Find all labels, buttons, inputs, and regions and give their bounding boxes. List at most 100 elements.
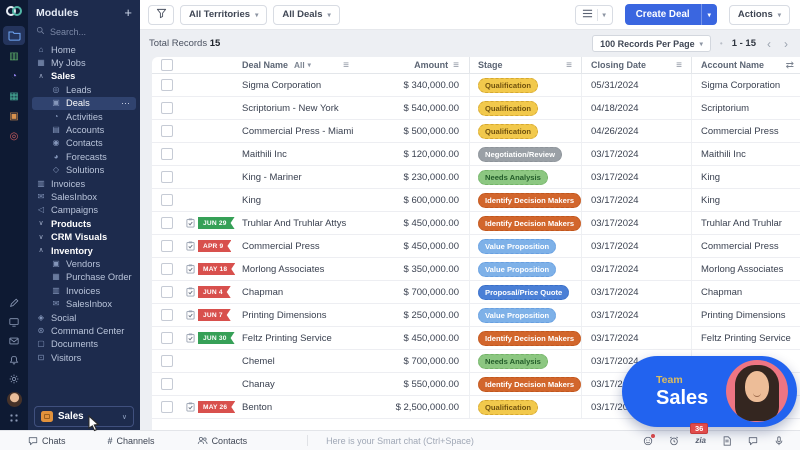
chats-tab[interactable]: Chats	[28, 436, 66, 446]
next-page-button[interactable]: ›	[782, 38, 790, 50]
sidebar-item-home[interactable]: ⌂Home	[28, 43, 140, 56]
sidebar-item-social[interactable]: ◈Social	[28, 311, 140, 324]
status-smiley-icon[interactable]	[643, 436, 653, 446]
row-checkbox[interactable]	[161, 286, 173, 298]
microphone-icon[interactable]	[774, 436, 784, 446]
zia-icon[interactable]: zia	[695, 436, 706, 445]
deal-name-link[interactable]: Printing Dimensions	[242, 310, 326, 321]
sidebar-item-activities[interactable]: ◔Activities	[28, 110, 140, 123]
deal-name-link[interactable]: King - Mariner	[242, 172, 302, 183]
sidebar-item-forecasts[interactable]: ◕Forecasts	[28, 150, 140, 163]
column-menu-icon[interactable]: ≡	[343, 60, 358, 71]
column-amount[interactable]: Amount	[414, 60, 448, 70]
sidebar-item-contacts[interactable]: ◉Contacts	[28, 137, 140, 150]
records-per-page-dropdown[interactable]: 100 Records Per Page ▾	[592, 35, 711, 52]
manage-columns-icon[interactable]: ⇄	[786, 60, 794, 71]
sidebar-item-my-jobs[interactable]: ▦My Jobs	[28, 56, 140, 69]
create-deal-button[interactable]: Create Deal ▾	[625, 4, 717, 25]
territories-dropdown[interactable]: All Territories ▾	[180, 5, 267, 25]
deal-name-link[interactable]: Morlong Associates	[242, 264, 324, 275]
prev-page-button[interactable]: ‹	[765, 38, 773, 50]
compose-icon[interactable]	[3, 294, 25, 312]
deal-name-link[interactable]: Commercial Press	[242, 241, 320, 252]
reminders-clock-icon[interactable]	[669, 436, 679, 446]
zoho-logo[interactable]	[6, 4, 23, 19]
row-checkbox[interactable]	[161, 194, 173, 206]
table-row[interactable]: Sigma Corporation$ 340,000.00Qualificati…	[152, 74, 800, 97]
sidebar-item-accounts[interactable]: ▤Accounts	[28, 123, 140, 136]
mail-icon[interactable]	[3, 332, 25, 350]
analytics-icon[interactable]: ▥	[3, 47, 25, 66]
sidebar-item-salesinbox[interactable]: ✉SalesInbox	[28, 190, 140, 203]
sidebar-item-inventory[interactable]: ∧Inventory	[28, 244, 140, 257]
sidebar-item-salesinbox[interactable]: ✉SalesInbox	[28, 297, 140, 310]
deal-name-link[interactable]: Sigma Corporation	[242, 80, 321, 91]
account-name[interactable]: Commercial Press	[701, 126, 779, 137]
column-stage[interactable]: Stage	[478, 60, 503, 70]
sidebar-item-products[interactable]: ∨Products	[28, 217, 140, 230]
table-row[interactable]: King - Mariner$ 230,000.00Needs Analysis…	[152, 166, 800, 189]
account-name[interactable]: Maithili Inc	[701, 149, 746, 160]
sidebar-item-purchase-order[interactable]: ▦Purchase Order	[28, 271, 140, 284]
module-switcher[interactable]: Sales ∨	[34, 406, 134, 427]
select-all-checkbox[interactable]	[161, 59, 173, 71]
more-options-icon[interactable]: ⋯	[121, 99, 130, 108]
deal-name-filter-dropdown[interactable]: All▾	[294, 60, 311, 70]
column-menu-icon[interactable]: ≡	[566, 60, 581, 71]
apps-grid-icon[interactable]	[9, 413, 20, 424]
sidebar-item-command-center[interactable]: ⊛Command Center	[28, 324, 140, 337]
column-deal-name[interactable]: Deal Name	[242, 60, 288, 70]
deal-name-link[interactable]: Chemel	[242, 356, 275, 367]
row-checkbox[interactable]	[161, 309, 173, 321]
row-checkbox[interactable]	[161, 79, 173, 91]
deal-name-link[interactable]: Chapman	[242, 287, 283, 298]
account-name[interactable]: Commercial Press	[701, 241, 779, 252]
deal-view-dropdown[interactable]: All Deals ▾	[273, 5, 339, 25]
settings-gear-icon[interactable]	[3, 370, 25, 388]
sidebar-item-invoices[interactable]: ▥Invoices	[28, 177, 140, 190]
list-view-selector[interactable]: ▾	[575, 5, 612, 25]
sidebar-item-documents[interactable]: ▢Documents	[28, 338, 140, 351]
row-checkbox[interactable]	[161, 148, 173, 160]
store-icon[interactable]: ▣	[3, 107, 25, 126]
row-checkbox[interactable]	[161, 217, 173, 229]
row-checkbox[interactable]	[161, 355, 173, 367]
table-row[interactable]: Commercial Press - Miami$ 500,000.00Qual…	[152, 120, 800, 143]
sidebar-item-campaigns[interactable]: ◁Campaigns	[28, 204, 140, 217]
row-checkbox[interactable]	[161, 102, 173, 114]
clock-icon[interactable]: ◔	[3, 67, 25, 86]
account-name[interactable]: Truhlar And Truhlar	[701, 218, 782, 229]
actions-dropdown[interactable]: Actions ▾	[729, 5, 790, 25]
channels-tab[interactable]: #Channels	[108, 436, 155, 446]
sidebar-item-vendors[interactable]: ▣Vendors	[28, 257, 140, 270]
account-name[interactable]: Printing Dimensions	[701, 310, 785, 321]
row-checkbox[interactable]	[161, 240, 173, 252]
deal-name-link[interactable]: Truhlar And Truhlar Attys	[242, 218, 346, 229]
modules-folder-icon[interactable]	[3, 26, 25, 45]
account-name[interactable]: Morlong Associates	[701, 264, 783, 275]
notifications-bell-icon[interactable]	[3, 351, 25, 369]
account-name[interactable]: Scriptorium	[701, 103, 749, 114]
row-checkbox[interactable]	[161, 378, 173, 390]
deal-name-link[interactable]: Commercial Press - Miami	[242, 126, 353, 137]
deal-name-link[interactable]: Maithili Inc	[242, 149, 287, 160]
table-row[interactable]: APR 9Commercial Press$ 450,000.00Value P…	[152, 235, 800, 258]
column-menu-icon[interactable]: ≡	[453, 60, 459, 71]
account-name[interactable]: King	[701, 195, 720, 206]
sidebar-item-visitors[interactable]: ⊡Visitors	[28, 351, 140, 364]
table-row[interactable]: Maithili Inc$ 120,000.00Negotiation/Revi…	[152, 143, 800, 166]
table-row[interactable]: King$ 600,000.00Identify Decision Makers…	[152, 189, 800, 212]
target-icon[interactable]: ◎	[3, 127, 25, 146]
table-row[interactable]: JUN 30Feltz Printing Service$ 450,000.00…	[152, 327, 800, 350]
filter-button[interactable]	[148, 5, 174, 25]
table-row[interactable]: JUN 29Truhlar And Truhlar Attys$ 450,000…	[152, 212, 800, 235]
deal-name-link[interactable]: Scriptorium - New York	[242, 103, 339, 114]
table-row[interactable]: MAY 18Morlong Associates$ 350,000.00Valu…	[152, 258, 800, 281]
sidebar-item-deals[interactable]: ▣Deals⋯	[32, 97, 136, 110]
sidebar-item-crm-visuals[interactable]: ∨CRM Visuals	[28, 230, 140, 243]
user-avatar[interactable]	[7, 392, 22, 407]
sidebar-item-invoices[interactable]: ▥Invoices	[28, 284, 140, 297]
account-name[interactable]: Feltz Printing Service	[701, 333, 791, 344]
account-name[interactable]: Chapman	[701, 287, 742, 298]
row-checkbox[interactable]	[161, 171, 173, 183]
